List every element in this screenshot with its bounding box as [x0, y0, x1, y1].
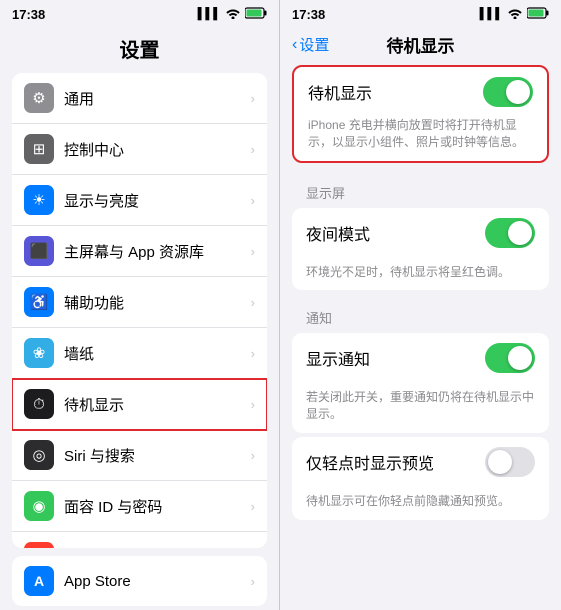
sos-icon: SOS: [24, 542, 54, 548]
notif-section-header: 通知: [292, 294, 549, 333]
standby-toggle-row: 待机显示: [294, 67, 547, 117]
siri-icon: ◎: [24, 440, 54, 470]
display-chevron: ›: [251, 193, 255, 208]
wallpaper-icon: ❀: [24, 338, 54, 368]
display-label: 显示与亮度: [64, 190, 247, 211]
appstore-label: App Store: [64, 573, 247, 590]
faceid-icon: ◉: [24, 491, 54, 521]
control-center-label: 控制中心: [64, 139, 247, 160]
signal-icon: ▌▌▌: [198, 8, 221, 20]
back-label: 设置: [299, 34, 329, 55]
right-time: 17:38: [292, 7, 325, 22]
wallpaper-chevron: ›: [251, 346, 255, 361]
wifi-icon: [225, 7, 241, 22]
battery-icon: [245, 7, 267, 22]
standby-description: iPhone 充电并横向放置时将打开待机显示，以显示小组件、照片或时钟等信息。: [294, 117, 547, 161]
standby-chevron: ›: [251, 397, 255, 412]
left-status-bar: 17:38 ▌▌▌: [0, 0, 279, 28]
homescreen-icon: ⬛: [24, 236, 54, 266]
settings-list: ⚙ 通用 › ⊞ 控制中心 › ☀ 显示与亮度 › ⬛ 主屏幕与 App 资源库…: [12, 73, 267, 548]
left-time: 17:38: [12, 7, 45, 22]
right-panel: 17:38 ▌▌▌ ‹ 设置 待机显示 待机显示 iPhon: [280, 0, 561, 610]
homescreen-chevron: ›: [251, 244, 255, 259]
accessibility-chevron: ›: [251, 295, 255, 310]
standby-toggle-label: 待机显示: [308, 80, 372, 104]
general-icon: ⚙: [24, 83, 54, 113]
settings-item-wallpaper[interactable]: ❀ 墙纸 ›: [12, 328, 267, 379]
show-notif-row: 显示通知: [292, 333, 549, 383]
siri-label: Siri 与搜索: [64, 445, 247, 466]
show-notif-switch[interactable]: [485, 343, 535, 373]
homescreen-label: 主屏幕与 App 资源库: [64, 241, 247, 262]
night-mode-row: 夜间模式: [292, 208, 549, 258]
tap-only-label: 仅轻点时显示预览: [306, 450, 434, 474]
r-wifi-icon: [507, 7, 523, 22]
standby-icon: ⏱: [24, 389, 54, 419]
sos-label: SOS紧急联系: [64, 547, 247, 549]
standby-toggle-card: 待机显示 iPhone 充电并横向放置时将打开待机显示，以显示小组件、照片或时钟…: [292, 65, 549, 163]
display-icon: ☀: [24, 185, 54, 215]
night-mode-knob: [508, 221, 532, 245]
right-content: 待机显示 iPhone 充电并横向放置时将打开待机显示，以显示小组件、照片或时钟…: [280, 65, 561, 610]
appstore-chevron: ›: [251, 574, 255, 589]
tap-only-row: 仅轻点时显示预览: [292, 437, 549, 487]
settings-item-siri[interactable]: ◎ Siri 与搜索 ›: [12, 430, 267, 481]
tap-only-description: 待机显示可在你轻点前隐藏通知预览。: [292, 487, 549, 520]
night-mode-description: 环境光不足时，待机显示将呈红色调。: [292, 258, 549, 291]
right-status-icons: ▌▌▌: [480, 7, 549, 22]
general-label: 通用: [64, 88, 247, 109]
right-status-bar: 17:38 ▌▌▌: [280, 0, 561, 28]
standby-toggle-knob: [506, 80, 530, 104]
r-signal-icon: ▌▌▌: [480, 8, 503, 20]
settings-item-general[interactable]: ⚙ 通用 ›: [12, 73, 267, 124]
right-page-title: 待机显示: [387, 32, 455, 57]
faceid-chevron: ›: [251, 499, 255, 514]
accessibility-label: 辅助功能: [64, 292, 247, 313]
back-chevron-icon: ‹: [292, 36, 297, 54]
settings-item-faceid[interactable]: ◉ 面容 ID 与密码 ›: [12, 481, 267, 532]
night-mode-switch[interactable]: [485, 218, 535, 248]
appstore-item[interactable]: A App Store ›: [12, 556, 267, 606]
accessibility-icon: ♿: [24, 287, 54, 317]
wallpaper-label: 墙纸: [64, 343, 247, 364]
settings-item-homescreen[interactable]: ⬛ 主屏幕与 App 资源库 ›: [12, 226, 267, 277]
faceid-label: 面容 ID 与密码: [64, 496, 247, 517]
left-status-icons: ▌▌▌: [198, 7, 267, 22]
tap-only-knob: [488, 450, 512, 474]
left-page-title: 设置: [0, 28, 279, 73]
night-mode-label: 夜间模式: [306, 221, 370, 245]
settings-item-standby[interactable]: ⏱ 待机显示 ›: [12, 379, 267, 430]
notif-card: 显示通知 若关闭此开关，重要通知仍将在待机显示中显示。: [292, 333, 549, 433]
show-notif-description: 若关闭此开关，重要通知仍将在待机显示中显示。: [292, 383, 549, 433]
control-center-chevron: ›: [251, 142, 255, 157]
display-section-header: 显示屏: [292, 169, 549, 208]
general-chevron: ›: [251, 91, 255, 106]
show-notif-knob: [508, 346, 532, 370]
tap-only-switch[interactable]: [485, 447, 535, 477]
show-notif-label: 显示通知: [306, 346, 370, 370]
standby-toggle-switch[interactable]: [483, 77, 533, 107]
settings-item-control-center[interactable]: ⊞ 控制中心 ›: [12, 124, 267, 175]
siri-chevron: ›: [251, 448, 255, 463]
settings-item-display[interactable]: ☀ 显示与亮度 ›: [12, 175, 267, 226]
tap-only-card: 仅轻点时显示预览 待机显示可在你轻点前隐藏通知预览。: [292, 437, 549, 520]
settings-item-accessibility[interactable]: ♿ 辅助功能 ›: [12, 277, 267, 328]
appstore-icon: A: [24, 566, 54, 596]
left-panel: 17:38 ▌▌▌ 设置 ⚙ 通用 › ⊞ 控制中心 ›: [0, 0, 280, 610]
control-center-icon: ⊞: [24, 134, 54, 164]
standby-label: 待机显示: [64, 394, 247, 415]
back-button[interactable]: ‹ 设置: [292, 34, 329, 55]
display-card: 夜间模式 环境光不足时，待机显示将呈红色调。: [292, 208, 549, 291]
r-battery-icon: [527, 7, 549, 22]
settings-item-sos[interactable]: SOS SOS紧急联系 ›: [12, 532, 267, 548]
right-header: ‹ 设置 待机显示: [280, 28, 561, 65]
